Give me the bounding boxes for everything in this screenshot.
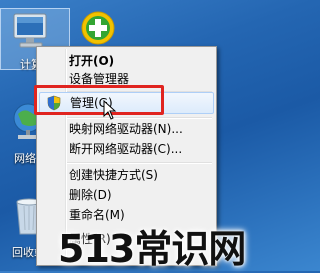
network-icon-label: 网络 [14, 152, 36, 165]
menu-item-open[interactable]: 打开(O) [39, 51, 214, 71]
monitor-icon [13, 13, 47, 48]
menu-item-create-shortcut[interactable]: 创建快捷方式(S) [39, 165, 214, 185]
menu-item-disconnect-network-drive[interactable]: 断开网络驱动器(C)... [39, 139, 214, 159]
mouse-cursor-icon [103, 99, 117, 120]
menu-item-delete[interactable]: 删除(D) [39, 185, 214, 205]
menu-item-label: 打开(O) [69, 54, 115, 68]
menu-item-label: 创建快捷方式(S) [69, 168, 158, 182]
menu-item-label: 删除(D) [69, 188, 112, 202]
menu-item-map-network-drive[interactable]: 映射网络驱动器(N)... [39, 119, 214, 139]
watermark: 513常识网 [58, 227, 246, 271]
menu-separator [67, 162, 212, 164]
green-plus-app-icon[interactable] [80, 10, 116, 46]
menu-item-label: 映射网络驱动器(N)... [69, 122, 183, 136]
highlight-annotation-box [34, 85, 164, 115]
computer-icon[interactable] [12, 12, 52, 50]
menu-item-label: 断开网络驱动器(C)... [69, 142, 183, 156]
plus-icon [81, 11, 115, 45]
